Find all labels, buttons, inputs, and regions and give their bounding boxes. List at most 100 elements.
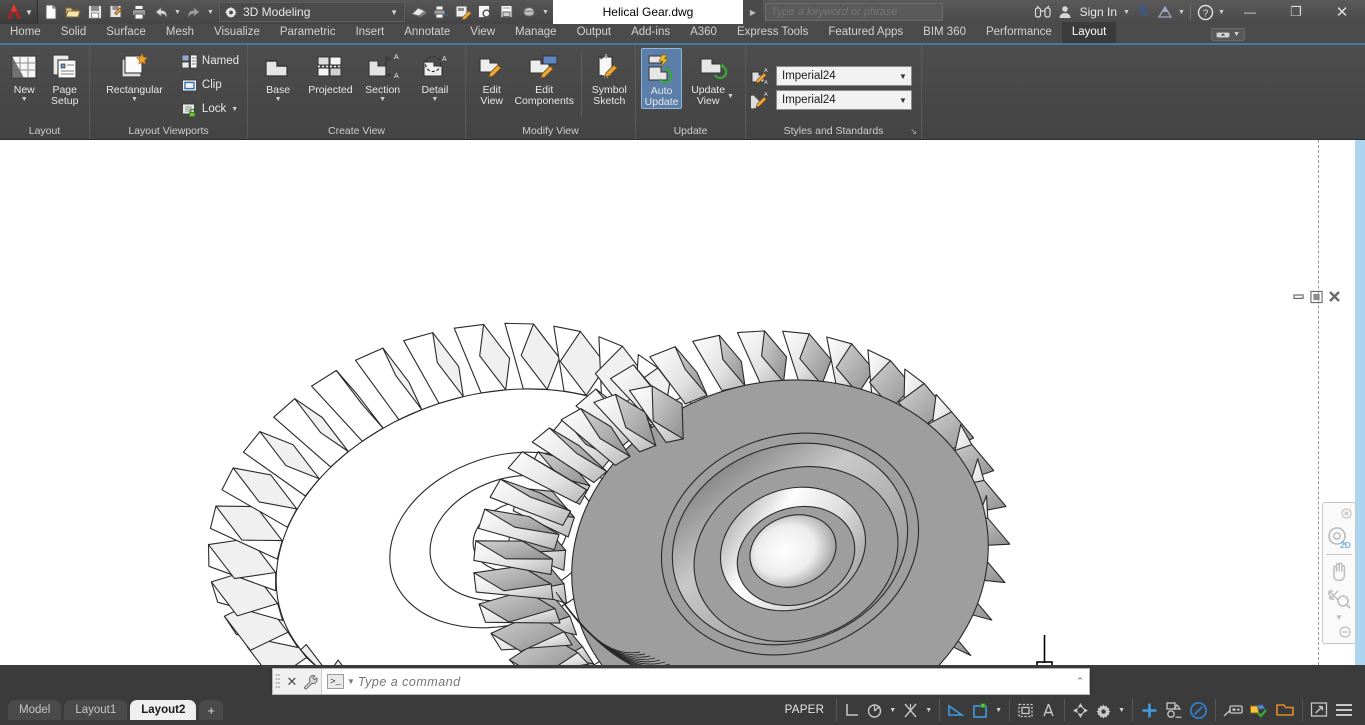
command-prompt-dropdown-icon[interactable]: ▼	[347, 677, 355, 686]
help-icon[interactable]: ?	[1194, 1, 1216, 23]
ribbon-tab-a360[interactable]: A360	[680, 22, 727, 43]
object-snap-tracking-dropdown-icon[interactable]: ▼	[992, 707, 1005, 714]
qat-overflow-icon[interactable]: ▼	[540, 1, 551, 23]
units-selector-icon[interactable]	[1220, 699, 1246, 721]
drawing-canvas[interactable]: 2D ▼	[0, 140, 1365, 665]
base-view-dropdown-icon[interactable]: ▼	[275, 96, 282, 103]
undo-dropdown-icon[interactable]: ▼	[172, 1, 183, 23]
ribbon-tab-featured-apps[interactable]: Featured Apps	[818, 22, 913, 43]
search-input[interactable]	[771, 6, 942, 18]
batch-plot-icon[interactable]	[430, 1, 452, 23]
navbar-dropdown-icon[interactable]: ▼	[1335, 613, 1343, 623]
auto-update-button[interactable]: Auto Update	[641, 48, 682, 109]
clip-viewport-button[interactable]: Clip	[178, 73, 242, 97]
edit-view-button[interactable]: Edit View	[471, 48, 512, 107]
section-view-style-arrow[interactable]: ▼	[895, 96, 911, 105]
sign-in-dropdown-icon[interactable]: ▼	[1121, 1, 1132, 23]
document-menu-icon[interactable]: ▶	[743, 0, 763, 24]
preview-icon[interactable]	[474, 1, 496, 23]
new-file-icon[interactable]	[40, 1, 62, 23]
autodesk-app-icon[interactable]	[1154, 1, 1176, 23]
autodesk-exchange-icon[interactable]: X	[1132, 1, 1154, 23]
model-tab[interactable]: Model	[8, 700, 61, 720]
ribbon-tab-express-tools[interactable]: Express Tools	[727, 22, 818, 43]
command-close-icon[interactable]: ✕	[283, 674, 301, 690]
redo-dropdown-icon[interactable]: ▼	[205, 1, 216, 23]
ribbon-tab-insert[interactable]: Insert	[345, 22, 394, 43]
search-box[interactable]	[765, 3, 943, 21]
ribbon-tab-surface[interactable]: Surface	[96, 22, 156, 43]
detail-view-dropdown-icon[interactable]: ▼	[431, 96, 438, 103]
new-layout-dropdown-icon[interactable]: ▼	[21, 96, 28, 103]
plot-stamp-icon[interactable]	[452, 1, 474, 23]
steering-wheel-2d-icon[interactable]: 2D	[1324, 524, 1354, 552]
zoom-extents-icon[interactable]	[1324, 585, 1354, 613]
pan-hand-icon[interactable]	[1324, 557, 1354, 585]
ribbon-tab-home[interactable]: Home	[0, 22, 51, 43]
ribbon-tab-performance[interactable]: Performance	[976, 22, 1062, 43]
navigation-bar[interactable]: 2D ▼	[1322, 502, 1356, 644]
viewport-config-icon[interactable]	[1162, 699, 1186, 721]
styles-dialog-launcher-icon[interactable]: ↘	[910, 127, 917, 136]
named-viewports-button[interactable]: Named	[178, 49, 242, 73]
ribbon-tab-output[interactable]: Output	[567, 22, 622, 43]
update-view-button[interactable]: Update View ▼	[685, 48, 740, 107]
projected-view-button[interactable]: Projected	[305, 48, 355, 96]
autocad-logo-button[interactable]: ▼	[0, 0, 38, 24]
add-layout-button[interactable]: +	[199, 700, 223, 720]
layout2-tab[interactable]: Layout2	[130, 700, 196, 720]
plot-preview-icon[interactable]	[408, 1, 430, 23]
clean-screen-icon[interactable]	[1307, 699, 1331, 721]
rectangular-dropdown-icon[interactable]: ▼	[131, 96, 138, 103]
command-expand-icon[interactable]: ⌃	[1071, 676, 1089, 687]
rectangular-viewport-button[interactable]: Rectangular ▼	[95, 48, 174, 103]
base-view-button[interactable]: Base ▼	[253, 48, 303, 103]
render-icon[interactable]	[518, 1, 540, 23]
hardware-acceleration-icon[interactable]	[1092, 699, 1115, 721]
viewport-maximize-icon[interactable]	[1310, 290, 1323, 303]
section-view-button[interactable]: A A Section ▼	[358, 48, 408, 103]
window-close-button[interactable]: ✕	[1319, 0, 1365, 24]
section-view-style-combo[interactable]: Imperial24 ▼	[776, 90, 912, 110]
ribbon-tab-visualize[interactable]: Visualize	[204, 22, 270, 43]
detail-view-style-arrow[interactable]: ▼	[895, 72, 911, 81]
save-icon[interactable]	[84, 1, 106, 23]
object-snap-icon[interactable]	[899, 699, 922, 721]
page-setup-icon[interactable]	[496, 1, 518, 23]
page-setup-button[interactable]: Page Setup	[46, 48, 85, 107]
ribbon-tab-layout[interactable]: Layout	[1062, 22, 1117, 43]
wrench-icon[interactable]	[301, 674, 321, 690]
ribbon-tab-parametric[interactable]: Parametric	[270, 22, 346, 43]
window-minimize-button[interactable]: —	[1227, 0, 1273, 24]
window-restore-button[interactable]: ❐	[1273, 0, 1319, 24]
annotation-scale-icon[interactable]	[1037, 699, 1060, 721]
space-toggle-button[interactable]: PAPER	[777, 704, 833, 716]
isolate-objects-icon[interactable]	[1246, 699, 1272, 721]
help-dropdown-icon[interactable]: ▼	[1216, 1, 1227, 23]
command-input-area[interactable]: >_ ▼ ⌃	[321, 669, 1089, 694]
viewport-close-icon[interactable]	[1328, 290, 1341, 303]
ribbon-tab-view[interactable]: View	[460, 22, 505, 43]
navbar-customize-icon[interactable]	[1339, 625, 1351, 643]
workspace-switcher[interactable]: 3D Modeling ▼	[219, 2, 405, 22]
symbol-sketch-button[interactable]: A A Symbol Sketch	[589, 48, 630, 107]
sign-in-label[interactable]: Sign In	[1076, 5, 1121, 19]
undo-icon[interactable]	[150, 1, 172, 23]
ribbon-minimize-button[interactable]: ▼	[1211, 28, 1245, 41]
ribbon-tab-manage[interactable]: Manage	[505, 22, 567, 43]
edit-components-button[interactable]: Edit Components	[514, 48, 574, 107]
layout-tools-icon[interactable]	[1272, 699, 1298, 721]
polar-tracking-icon[interactable]	[863, 699, 886, 721]
lock-viewport-button[interactable]: Lock ▼	[178, 97, 242, 121]
workspace-switching-icon[interactable]	[1069, 699, 1092, 721]
viewport-minimize-icon[interactable]	[1292, 290, 1305, 303]
command-line[interactable]: ✕ >_ ▼ ⌃	[272, 668, 1090, 695]
open-file-icon[interactable]	[62, 1, 84, 23]
polar-tracking-dropdown-icon[interactable]: ▼	[886, 707, 899, 714]
ortho-mode-icon[interactable]	[841, 699, 863, 721]
drag-grip-icon[interactable]	[275, 672, 283, 692]
detail-view-style-combo[interactable]: Imperial24 ▼	[776, 66, 912, 86]
object-snap-dropdown-icon[interactable]: ▼	[922, 707, 935, 714]
ribbon-tab-bim-360[interactable]: BIM 360	[913, 22, 976, 43]
section-view-dropdown-icon[interactable]: ▼	[379, 96, 386, 103]
